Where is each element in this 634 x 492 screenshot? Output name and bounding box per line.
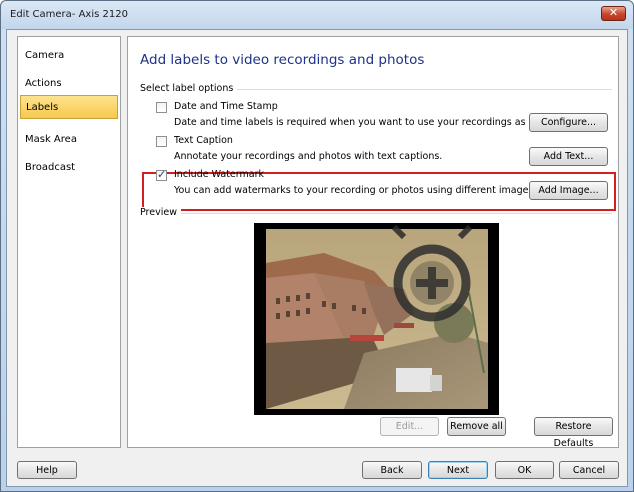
title-bar: Edit Camera- Axis 2120 ✕ [1,1,633,29]
date-time-stamp-label: Date and Time Stamp [174,101,278,112]
include-watermark-checkbox[interactable] [156,168,167,181]
preview-image [254,223,499,415]
cancel-button[interactable]: Cancel [559,461,619,479]
add-image-button[interactable]: Add Image... [529,181,608,200]
back-button[interactable]: Back [362,461,422,479]
restore-defaults-button[interactable]: Restore Defaults [534,417,613,449]
add-text-button[interactable]: Add Text... [529,147,608,166]
configure-button[interactable]: Configure... [529,113,608,132]
date-time-stamp-checkbox[interactable] [156,102,167,113]
labels-panel: Add labels to video recordings and photo… [127,36,619,449]
ok-button[interactable]: OK [495,461,554,479]
camera-preview [254,223,499,415]
include-watermark-label: Include Watermark [174,169,264,180]
dialog-client-area: Camera Actions Labels Mask Area Broadcas… [6,29,628,487]
edit-camera-window: Edit Camera- Axis 2120 ✕ Camera Actions … [0,0,634,492]
date-time-stamp-description: Date and time labels is required when yo… [174,117,582,128]
sidebar-item-labels[interactable]: Labels [20,95,118,119]
remove-all-button[interactable]: Remove all [447,417,506,436]
sidebar-item-actions[interactable]: Actions [20,72,118,96]
sidebar-item-mask-area[interactable]: Mask Area [20,128,118,152]
sidebar-item-camera[interactable]: Camera [20,44,118,68]
preview-heading: Preview [140,207,181,218]
text-caption-label: Text Caption [174,135,233,146]
close-button[interactable]: ✕ [601,6,626,21]
preview-group-divider [140,213,612,214]
include-watermark-description: You can add watermarks to your recording… [174,185,537,196]
edit-button[interactable]: Edit... [380,417,439,436]
text-caption-description: Annotate your recordings and photos with… [174,151,443,162]
text-caption-checkbox[interactable] [156,136,167,147]
sidebar-item-broadcast[interactable]: Broadcast [20,156,118,180]
next-button[interactable]: Next [428,461,488,479]
select-label-options-heading: Select label options [140,83,238,94]
sidebar-nav: Camera Actions Labels Mask Area Broadcas… [17,36,121,448]
help-button[interactable]: Help [17,461,77,479]
page-title: Add labels to video recordings and photo… [140,52,425,68]
window-title: Edit Camera- Axis 2120 [10,9,128,20]
